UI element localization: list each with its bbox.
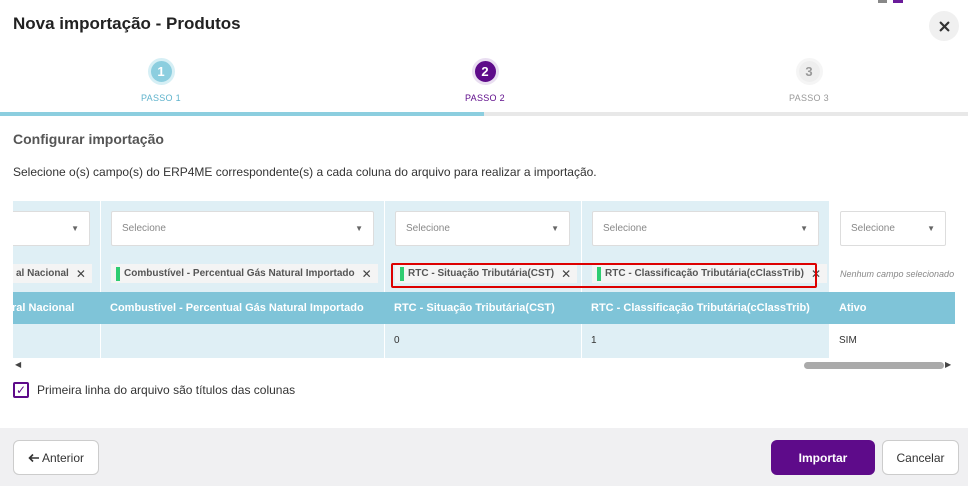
remove-tag-icon[interactable]: ✕ — [362, 267, 372, 281]
progress-bar — [0, 112, 968, 116]
field-select[interactable]: Selecione ▼ — [592, 211, 819, 246]
header-row-checkbox[interactable]: ✓ — [13, 382, 29, 398]
step-2[interactable]: 2 PASSO 2 — [425, 58, 545, 103]
stepper: 1 PASSO 1 2 PASSO 2 3 PASSO 3 — [0, 52, 968, 116]
field-select-value: Selecione — [851, 223, 895, 234]
column-header: Ativo — [830, 292, 955, 324]
column-header: RTC - Situação Tributária(CST) — [385, 292, 582, 324]
remove-tag-icon[interactable]: ✕ — [76, 267, 86, 281]
dialog-title: Nova importação - Produtos — [13, 14, 241, 33]
field-select[interactable]: ▼ — [13, 211, 90, 246]
scroll-left-icon[interactable]: ◀ — [15, 360, 21, 369]
selected-field-label: Combustível - Percentual Gás Natural Imp… — [124, 268, 355, 279]
horizontal-scrollbar[interactable]: ◀ ▶ — [13, 359, 955, 371]
close-button[interactable] — [929, 11, 959, 41]
previous-button[interactable]: Anterior — [13, 440, 99, 475]
previous-button-label: Anterior — [41, 450, 85, 465]
top-decoration-purple — [893, 0, 903, 3]
column-value: 0 — [394, 334, 400, 346]
section-title: Configurar importação — [13, 131, 164, 147]
field-select[interactable]: Selecione ▼ — [395, 211, 570, 246]
field-select-value: Selecione — [603, 223, 647, 234]
mapping-column: Selecione ▼ RTC - Situação Tributária(CS… — [385, 201, 582, 358]
progress-fill — [0, 112, 484, 116]
selected-field-tag: al Nacional ✕ — [13, 264, 92, 283]
selected-field-tag: RTC - Classificação Tributária(cClassTri… — [592, 264, 828, 283]
caret-down-icon: ▼ — [355, 224, 363, 233]
selected-field-label: al Nacional — [16, 268, 69, 279]
remove-tag-icon[interactable]: ✕ — [561, 267, 571, 281]
step-1-circle: 1 — [147, 58, 175, 85]
column-mapping-table: ▼ al Nacional ✕ ral Nacional Selecione ▼… — [13, 201, 955, 358]
tag-indicator — [400, 266, 404, 281]
mapping-column: Selecione ▼ RTC - Classificação Tributár… — [582, 201, 830, 358]
field-select[interactable]: Selecione ▼ — [840, 211, 946, 246]
column-value — [13, 324, 101, 356]
import-button[interactable]: Importar — [771, 440, 875, 475]
column-header: ral Nacional — [13, 292, 101, 324]
arrow-left-icon — [28, 453, 39, 462]
step-2-label: PASSO 2 — [465, 93, 505, 103]
caret-down-icon: ▼ — [71, 224, 79, 233]
check-icon: ✓ — [15, 383, 27, 397]
column-header: RTC - Classificação Tributária(cClassTri… — [582, 292, 830, 324]
column-header: Combustível - Percentual Gás Natural Imp… — [101, 292, 385, 324]
tag-indicator — [116, 266, 120, 281]
remove-tag-icon[interactable]: ✕ — [811, 267, 821, 281]
instructions-text: Selecione o(s) campo(s) do ERP4ME corres… — [13, 165, 597, 179]
column-value — [101, 324, 385, 356]
caret-down-icon: ▼ — [551, 224, 559, 233]
selected-field-row: Combustível - Percentual Gás Natural Imp… — [111, 261, 378, 286]
field-select-value: Selecione — [406, 223, 450, 234]
scrollbar-thumb[interactable] — [804, 362, 944, 369]
step-1-label: PASSO 1 — [141, 93, 181, 103]
step-3[interactable]: 3 PASSO 3 — [749, 58, 869, 103]
header-row-option[interactable]: ✓ Primeira linha do arquivo são títulos … — [13, 382, 295, 398]
selected-field-label: RTC - Classificação Tributária(cClassTri… — [605, 268, 804, 279]
field-select[interactable]: Selecione ▼ — [111, 211, 374, 246]
cancel-button[interactable]: Cancelar — [882, 440, 959, 475]
scroll-right-icon[interactable]: ▶ — [945, 360, 951, 369]
header-row-checkbox-label: Primeira linha do arquivo são títulos da… — [37, 383, 296, 397]
column-value: 1 — [591, 334, 597, 346]
tag-indicator — [597, 266, 601, 281]
no-field-selected-text: Nenhum campo selecionado — [840, 268, 955, 279]
selected-field-tag: RTC - Situação Tributária(CST) ✕ — [395, 264, 578, 283]
selected-field-row: RTC - Situação Tributária(CST) ✕ — [395, 261, 578, 286]
step-3-label: PASSO 3 — [789, 93, 829, 103]
selected-field-tag: Combustível - Percentual Gás Natural Imp… — [111, 264, 378, 283]
selected-field-row: al Nacional ✕ — [13, 261, 92, 286]
mapping-column: Selecione ▼ Combustível - Percentual Gás… — [101, 201, 385, 358]
mapping-column: ▼ al Nacional ✕ ral Nacional — [13, 201, 101, 358]
dialog-footer: Anterior Importar Cancelar — [0, 428, 968, 486]
dialog-header: Nova importação - Produtos — [0, 0, 968, 52]
selected-field-row: Nenhum campo selecionado — [840, 261, 954, 286]
top-decoration-gray — [878, 0, 887, 3]
step-3-circle: 3 — [795, 58, 823, 85]
selected-field-label: RTC - Situação Tributária(CST) — [408, 268, 555, 279]
caret-down-icon: ▼ — [927, 224, 935, 233]
field-select-value: Selecione — [122, 223, 166, 234]
column-value: SIM — [839, 334, 857, 346]
caret-down-icon: ▼ — [800, 224, 808, 233]
mapping-column: Selecione ▼ Nenhum campo selecionado Ati… — [830, 201, 955, 358]
step-1[interactable]: 1 PASSO 1 — [101, 58, 221, 103]
selected-field-row: RTC - Classificação Tributária(cClassTri… — [592, 261, 828, 286]
close-icon — [939, 21, 949, 31]
step-2-circle: 2 — [471, 58, 499, 85]
